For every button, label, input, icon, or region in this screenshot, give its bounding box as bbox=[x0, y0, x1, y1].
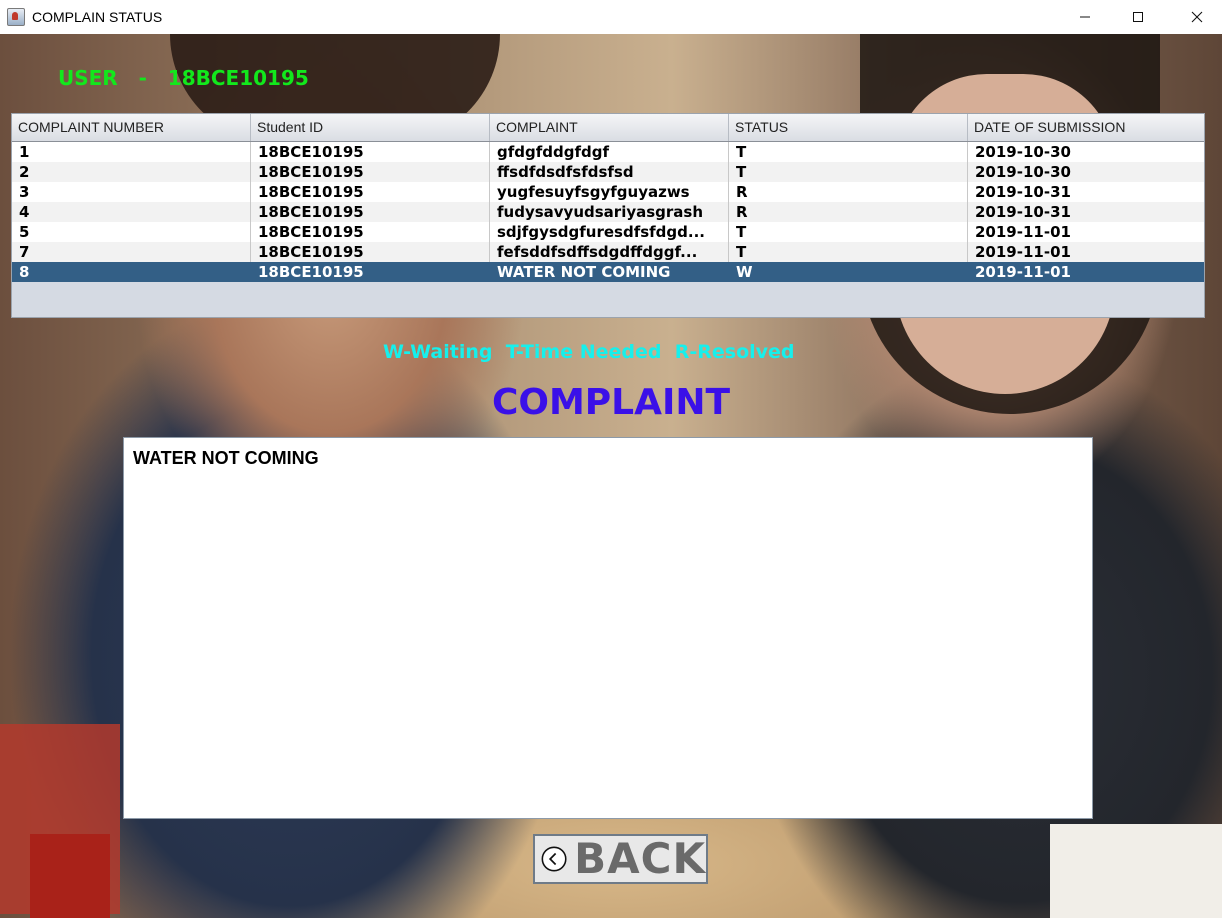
chevron-left-circle-icon bbox=[541, 846, 567, 872]
cell-number: 3 bbox=[12, 182, 251, 202]
cell-number: 2 bbox=[12, 162, 251, 182]
cell-status: T bbox=[729, 222, 968, 242]
back-button-label: BACK bbox=[574, 834, 706, 883]
cell-date: 2019-10-30 bbox=[975, 163, 1071, 181]
window-title: COMPLAIN STATUS bbox=[32, 9, 163, 25]
cell-number: 8 bbox=[12, 262, 251, 282]
back-button[interactable]: BACK bbox=[533, 834, 708, 884]
close-button[interactable] bbox=[1174, 0, 1220, 34]
user-label: USER - 18BCE10195 bbox=[58, 66, 309, 90]
cell-complaint: ffsdfdsdfsfdsfsd bbox=[490, 162, 729, 182]
complaints-table[interactable]: COMPLAINT NUMBER Student ID COMPLAINT ST… bbox=[11, 113, 1205, 318]
cell-complaint: WATER NOT COMING bbox=[490, 262, 729, 282]
cell-student-id: 18BCE10195 bbox=[251, 162, 490, 182]
cell-number: 4 bbox=[12, 202, 251, 222]
minimize-button[interactable] bbox=[1062, 0, 1108, 34]
cell-date: 2019-11-01 bbox=[975, 223, 1071, 241]
cell-status: T bbox=[729, 242, 968, 262]
complaint-text-area[interactable]: WATER NOT COMING bbox=[123, 437, 1093, 819]
java-app-icon bbox=[7, 8, 25, 26]
table-row-selected[interactable]: 8 18BCE10195 WATER NOT COMING W 2019-11-… bbox=[12, 262, 1204, 282]
cell-number: 1 bbox=[12, 142, 251, 162]
cell-status: T bbox=[729, 142, 968, 162]
cell-complaint: yugfesuyfsgyfguyazws bbox=[490, 182, 729, 202]
cell-student-id: 18BCE10195 bbox=[251, 142, 490, 162]
minimize-icon bbox=[1080, 16, 1090, 18]
table-header: COMPLAINT NUMBER Student ID COMPLAINT ST… bbox=[12, 114, 1204, 142]
cell-date: 2019-10-30 bbox=[975, 143, 1071, 161]
maximize-button[interactable] bbox=[1115, 0, 1161, 34]
cell-student-id: 18BCE10195 bbox=[251, 262, 490, 282]
cell-status: R bbox=[729, 182, 968, 202]
status-legend: W-Waiting T-Time Needed R-Resolved bbox=[383, 341, 795, 363]
cell-student-id: 18BCE10195 bbox=[251, 242, 490, 262]
title-bar: COMPLAIN STATUS bbox=[0, 0, 1222, 34]
column-header-status[interactable]: STATUS bbox=[729, 114, 968, 141]
column-header-date[interactable]: DATE OF SUBMISSION bbox=[968, 114, 1204, 141]
cell-number: 7 bbox=[12, 242, 251, 262]
table-row[interactable]: 5 18BCE10195 sdjfgysdgfuresdfsfdgd... T … bbox=[12, 222, 1204, 242]
table-row[interactable]: 7 18BCE10195 fefsddfsdffsdgdffdggf... T … bbox=[12, 242, 1204, 262]
cell-complaint: fudysavyudsariyasgrash bbox=[490, 202, 729, 222]
complaint-heading: COMPLAINT bbox=[491, 382, 731, 423]
column-header-student-id[interactable]: Student ID bbox=[251, 114, 490, 141]
cell-date: 2019-10-31 bbox=[975, 183, 1071, 201]
cell-student-id: 18BCE10195 bbox=[251, 182, 490, 202]
table-body: 1 18BCE10195 gfdgfddgfdgf T 2019-10-30 2… bbox=[12, 142, 1204, 282]
cell-complaint: sdjfgysdgfuresdfsfdgd... bbox=[490, 222, 729, 242]
cell-date: 2019-11-01 bbox=[975, 263, 1071, 281]
table-row[interactable]: 4 18BCE10195 fudysavyudsariyasgrash R 20… bbox=[12, 202, 1204, 222]
table-row[interactable]: 3 18BCE10195 yugfesuyfsgyfguyazws R 2019… bbox=[12, 182, 1204, 202]
cell-student-id: 18BCE10195 bbox=[251, 202, 490, 222]
column-header-complaint[interactable]: COMPLAINT bbox=[490, 114, 729, 141]
cell-complaint: gfdgfddgfdgf bbox=[490, 142, 729, 162]
cell-date: 2019-10-31 bbox=[975, 203, 1071, 221]
cell-number: 5 bbox=[12, 222, 251, 242]
cell-status: W bbox=[729, 262, 968, 282]
table-row[interactable]: 1 18BCE10195 gfdgfddgfdgf T 2019-10-30 bbox=[12, 142, 1204, 162]
close-icon bbox=[1191, 11, 1203, 23]
photo-detail bbox=[1050, 824, 1222, 918]
column-header-complaint-number[interactable]: COMPLAINT NUMBER bbox=[12, 114, 251, 141]
cell-student-id: 18BCE10195 bbox=[251, 222, 490, 242]
cell-date: 2019-11-01 bbox=[975, 243, 1071, 261]
maximize-icon bbox=[1133, 12, 1143, 22]
cell-status: R bbox=[729, 202, 968, 222]
photo-detail bbox=[30, 834, 110, 918]
cell-complaint: fefsddfsdffsdgdffdggf... bbox=[490, 242, 729, 262]
table-row[interactable]: 2 18BCE10195 ffsdfdsdfsfdsfsd T 2019-10-… bbox=[12, 162, 1204, 182]
cell-status: T bbox=[729, 162, 968, 182]
